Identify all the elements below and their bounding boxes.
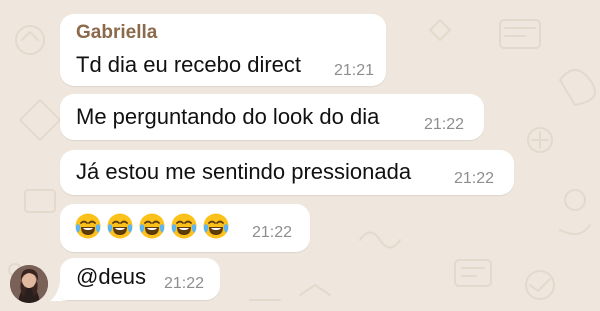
laughing-crying-emoji-icon — [139, 213, 165, 239]
message-bubble[interactable]: Gabriella Td dia eu recebo direct 21:21 — [60, 14, 386, 86]
message-time: 21:22 — [424, 116, 465, 133]
message-time: 21:22 — [164, 275, 205, 292]
sender-name[interactable]: Gabriella — [76, 22, 157, 44]
avatar-icon — [10, 265, 48, 303]
message-bubble[interactable]: Me perguntando do look do dia 21:22 — [60, 94, 484, 140]
message-time: 21:22 — [454, 170, 495, 187]
message-text: @deus — [76, 264, 147, 289]
message-bubble[interactable]: @deus 21:22 — [60, 258, 220, 300]
emoji-row — [74, 212, 230, 240]
message-time: 21:22 — [252, 224, 293, 241]
laughing-crying-emoji-icon — [75, 213, 101, 239]
sender-avatar[interactable] — [10, 265, 48, 303]
laughing-crying-emoji-icon — [107, 213, 133, 239]
message-time: 21:21 — [334, 62, 375, 79]
message-text: Me perguntando do look do dia — [76, 104, 380, 129]
message-text: Td dia eu recebo direct — [76, 52, 302, 77]
laughing-crying-emoji-icon — [171, 213, 197, 239]
message-text: Já estou me sentindo pressionada — [76, 159, 412, 184]
message-bubble[interactable]: Já estou me sentindo pressionada 21:22 — [60, 150, 514, 195]
message-bubble[interactable]: 21:22 — [60, 204, 310, 252]
laughing-crying-emoji-icon — [203, 213, 229, 239]
